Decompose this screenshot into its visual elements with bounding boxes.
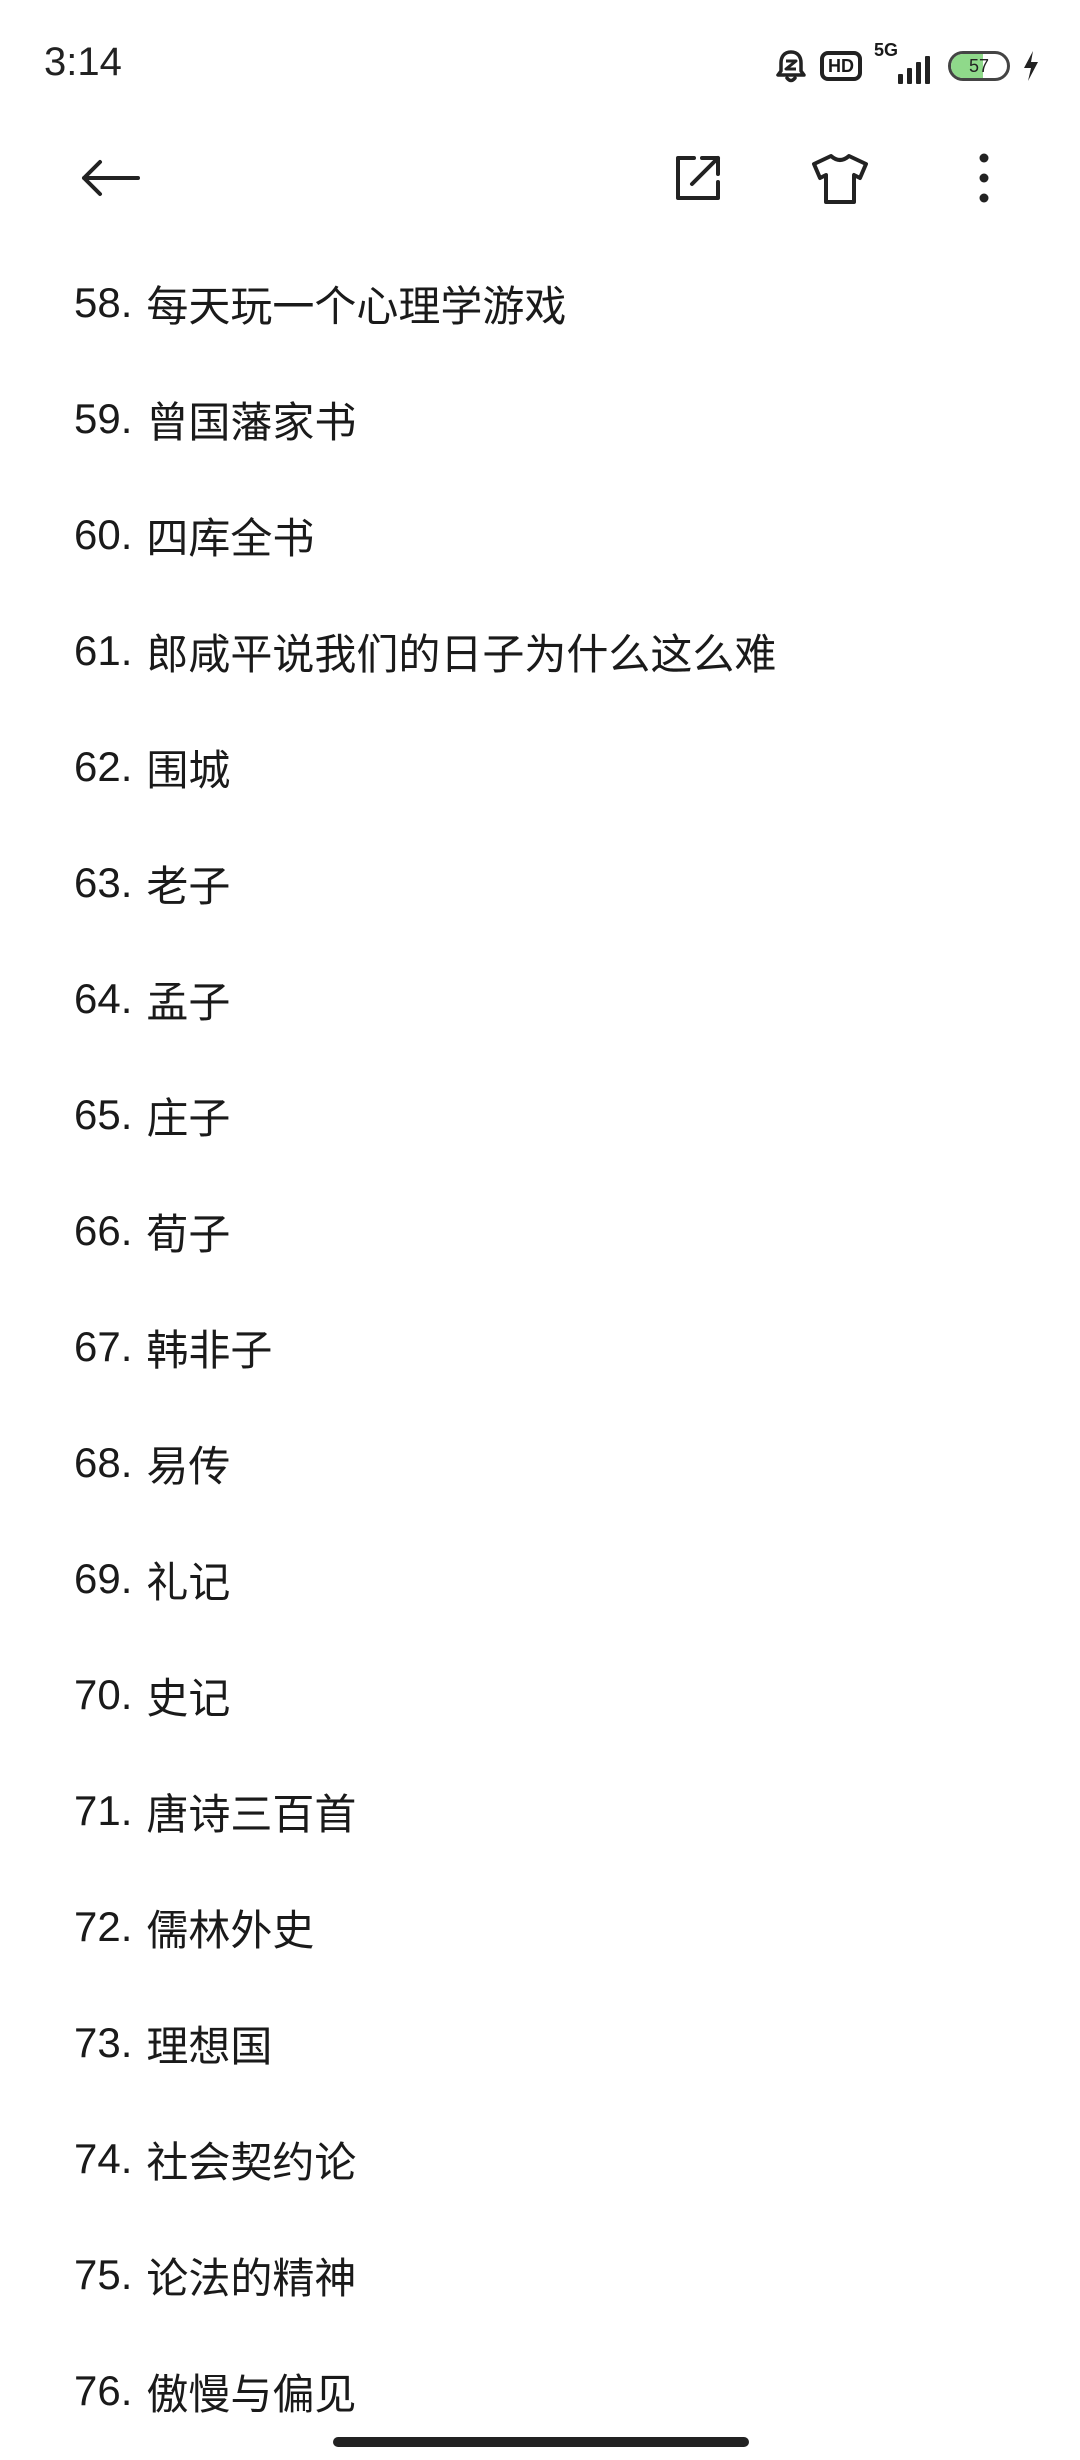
list-item-number: 60. bbox=[74, 511, 133, 558]
list-item: 76. 傲慢与偏见 bbox=[0, 2333, 1080, 2449]
list-item: 65. 庄子 bbox=[0, 1057, 1080, 1173]
status-icons: HD 5G 57 bbox=[774, 40, 1040, 88]
theme-button[interactable] bbox=[800, 140, 880, 220]
list-item-number: 65. bbox=[74, 1091, 133, 1138]
list-item-title: 老子 bbox=[146, 861, 231, 911]
list-item: 69. 礼记 bbox=[0, 1521, 1080, 1637]
list-item-number: 63. bbox=[74, 859, 133, 906]
book-list: 58. 每天玩一个心理学游戏 59. 曾国藩家书 60. 四库全书 61. 郎咸平说我们的日子… bbox=[0, 245, 1080, 2449]
list-item-number: 73. bbox=[74, 2019, 133, 2066]
list-item-title: 理想国 bbox=[146, 2021, 273, 2071]
list-item: 68. 易传 bbox=[0, 1405, 1080, 1521]
back-button[interactable] bbox=[70, 140, 150, 220]
status-time: 3:14 bbox=[44, 40, 122, 84]
list-item: 72. 儒林外史 bbox=[0, 1869, 1080, 1985]
battery-icon: 57 bbox=[948, 51, 1010, 81]
list-item-title: 唐诗三百首 bbox=[146, 1789, 357, 1839]
list-item-number: 67. bbox=[74, 1323, 133, 1370]
back-arrow-icon bbox=[78, 158, 142, 202]
list-item-number: 59. bbox=[74, 395, 133, 442]
list-item-title: 荀子 bbox=[146, 1209, 231, 1259]
list-item: 58. 每天玩一个心理学游戏 bbox=[0, 245, 1080, 361]
battery-percent: 57 bbox=[968, 55, 990, 76]
alarm-icon bbox=[774, 48, 808, 84]
list-item-title: 傲慢与偏见 bbox=[146, 2369, 357, 2419]
list-item: 59. 曾国藩家书 bbox=[0, 361, 1080, 477]
share-external-icon bbox=[670, 150, 726, 210]
list-item-number: 69. bbox=[74, 1555, 133, 1602]
signal-bars bbox=[898, 56, 930, 84]
network-type-label: 5G bbox=[874, 40, 899, 60]
home-indicator[interactable] bbox=[333, 2437, 749, 2447]
list-item-number: 62. bbox=[74, 743, 133, 790]
more-vertical-icon bbox=[976, 150, 992, 210]
list-item: 75. 论法的精神 bbox=[0, 2217, 1080, 2333]
share-button[interactable] bbox=[658, 140, 738, 220]
list-item-title: 史记 bbox=[146, 1673, 231, 1723]
list-item: 61. 郎咸平说我们的日子为什么这么难 bbox=[0, 593, 1080, 709]
list-item-number: 70. bbox=[74, 1671, 133, 1718]
list-item-title: 儒林外史 bbox=[146, 1905, 315, 1955]
tshirt-theme-icon bbox=[810, 150, 870, 210]
list-item-title: 四库全书 bbox=[146, 513, 315, 563]
status-bar: 3:14 HD 5G 57 bbox=[0, 0, 1080, 120]
charging-bolt-icon bbox=[1022, 50, 1040, 82]
list-item-number: 76. bbox=[74, 2367, 133, 2414]
list-item-title: 庄子 bbox=[146, 1093, 231, 1143]
list-item-title: 韩非子 bbox=[146, 1325, 273, 1375]
list-item-title: 论法的精神 bbox=[146, 2253, 357, 2303]
list-item-title: 围城 bbox=[146, 745, 231, 795]
list-item-title: 社会契约论 bbox=[146, 2137, 357, 2187]
top-app-bar bbox=[0, 130, 1080, 230]
list-item-title: 郎咸平说我们的日子为什么这么难 bbox=[146, 629, 777, 679]
list-item-number: 58. bbox=[74, 279, 133, 326]
list-item: 71. 唐诗三百首 bbox=[0, 1753, 1080, 1869]
list-item: 63. 老子 bbox=[0, 825, 1080, 941]
list-item-number: 66. bbox=[74, 1207, 133, 1254]
list-item-number: 64. bbox=[74, 975, 133, 1022]
list-item-title: 礼记 bbox=[146, 1557, 231, 1607]
list-item: 62. 围城 bbox=[0, 709, 1080, 825]
list-item-title: 易传 bbox=[146, 1441, 231, 1491]
list-item-number: 61. bbox=[74, 627, 133, 674]
list-item: 73. 理想国 bbox=[0, 1985, 1080, 2101]
list-item-number: 71. bbox=[74, 1787, 133, 1834]
signal-5g-icon: 5G bbox=[874, 40, 936, 88]
more-options-button[interactable] bbox=[944, 140, 1024, 220]
list-item-title: 曾国藩家书 bbox=[146, 397, 357, 447]
list-item: 70. 史记 bbox=[0, 1637, 1080, 1753]
list-item: 66. 荀子 bbox=[0, 1173, 1080, 1289]
list-item-number: 74. bbox=[74, 2135, 133, 2182]
list-item-number: 75. bbox=[74, 2251, 133, 2298]
list-item: 60. 四库全书 bbox=[0, 477, 1080, 593]
hd-icon: HD bbox=[820, 51, 862, 81]
list-item-number: 68. bbox=[74, 1439, 133, 1486]
list-item: 64. 孟子 bbox=[0, 941, 1080, 1057]
list-item-title: 每天玩一个心理学游戏 bbox=[146, 281, 567, 331]
list-item-number: 72. bbox=[74, 1903, 133, 1950]
list-item-title: 孟子 bbox=[146, 977, 231, 1027]
list-item: 67. 韩非子 bbox=[0, 1289, 1080, 1405]
list-item: 74. 社会契约论 bbox=[0, 2101, 1080, 2217]
